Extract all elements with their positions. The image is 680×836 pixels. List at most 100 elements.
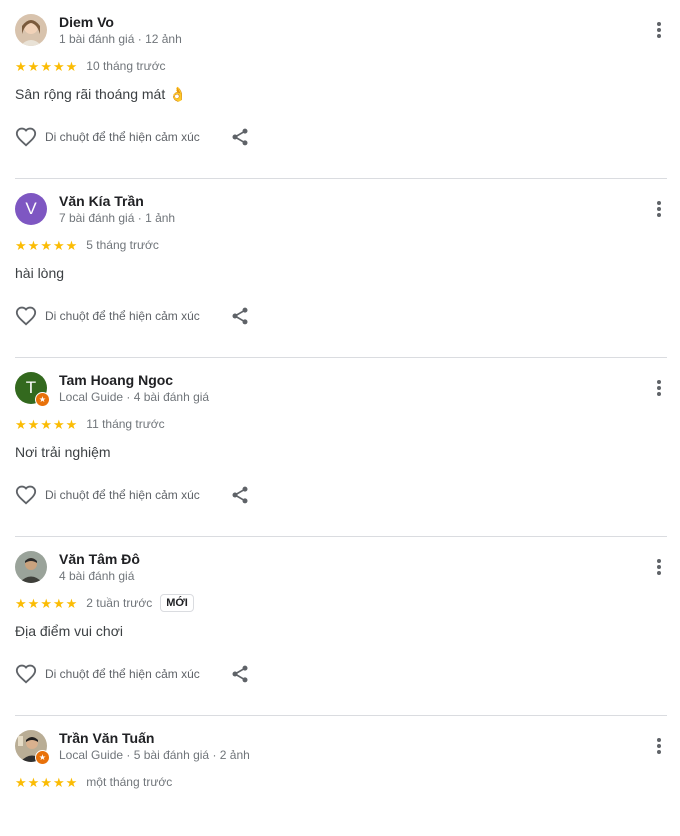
heart-outline-icon[interactable] [15, 484, 37, 506]
star-rating: ★ ★ ★ ★ ★ [15, 776, 78, 789]
reviewer-name[interactable]: Văn Tâm Đô [59, 551, 140, 567]
avatar[interactable]: V [15, 193, 47, 225]
star-icon: ★ [15, 58, 27, 74]
star-icon: ★ [40, 595, 52, 611]
more-vert-icon [657, 22, 661, 26]
reaction-hint: Di chuột để thể hiện cảm xúc [45, 309, 200, 323]
reviewer-meta: Local Guide · 5 bài đánh giá · 2 ảnh [59, 748, 250, 762]
more-options-button[interactable] [657, 380, 661, 398]
review-header: ★ Trần Văn Tuấn Local Guide · 5 bài đánh… [15, 730, 667, 765]
review-text: Địa điểm vui chơi [15, 623, 123, 639]
star-icon: ★ [40, 774, 52, 790]
star-icon: ★ [27, 774, 40, 790]
review-actions: Di chuột để thể hiện cảm xúc [15, 304, 250, 328]
reaction-hint: Di chuột để thể hiện cảm xúc [45, 488, 200, 502]
review-time: 2 tuần trước [86, 596, 153, 610]
rating-row: ★ ★ ★ ★ ★ 11 tháng trước [15, 414, 165, 434]
review-time: 11 tháng trước [86, 417, 165, 431]
reaction-hint: Di chuột để thể hiện cảm xúc [45, 130, 200, 144]
review-card: T ★ Tam Hoang Ngoc Local Guide · 4 bài đ… [15, 358, 667, 537]
more-vert-icon [657, 380, 661, 384]
review-text: hài lòng [15, 265, 65, 281]
star-icon: ★ [15, 237, 27, 253]
share-icon[interactable] [230, 127, 250, 147]
review-card: Văn Tâm Đô 4 bài đánh giá ★ ★ ★ ★ ★ 2 tuần t… [15, 537, 667, 716]
avatar-letter: V [25, 199, 37, 218]
star-icon: ★ [65, 774, 78, 790]
more-vert-icon [657, 559, 661, 563]
more-options-button[interactable] [657, 22, 661, 40]
star-icon: ★ [52, 237, 65, 253]
review-actions: Di chuột để thể hiện cảm xúc [15, 662, 250, 686]
star-icon: ★ [40, 237, 52, 253]
star-icon: ★ [52, 595, 65, 611]
avatar-photo [15, 551, 47, 583]
star-icon: ★ [15, 416, 27, 432]
star-icon: ★ [27, 237, 40, 253]
review-card: V Văn Kía Trần 7 bài đánh giá · 1 ảnh ★ ★… [15, 179, 667, 358]
avatar-photo [15, 14, 47, 46]
avatar[interactable] [15, 551, 47, 583]
star-icon: ★ [52, 58, 65, 74]
share-icon[interactable] [230, 485, 250, 505]
star-icon: ★ [52, 774, 65, 790]
review-time: 5 tháng trước [86, 238, 159, 252]
star-icon: ★ [27, 416, 40, 432]
more-options-button[interactable] [657, 559, 661, 577]
more-vert-icon [657, 738, 661, 742]
reviewer-name[interactable]: Tam Hoang Ngoc [59, 372, 173, 388]
review-text: Nơi trải nghiệm [15, 444, 111, 460]
new-badge: MỚI [160, 594, 194, 612]
rating-row: ★ ★ ★ ★ ★ 5 tháng trước [15, 235, 159, 255]
reviewer-meta: 4 bài đánh giá [59, 569, 135, 583]
more-vert-icon [657, 201, 661, 205]
reviewer-name[interactable]: Trần Văn Tuấn [59, 730, 154, 746]
more-options-button[interactable] [657, 201, 661, 219]
share-icon[interactable] [230, 664, 250, 684]
star-icon: ★ [52, 416, 65, 432]
share-icon[interactable] [230, 306, 250, 326]
rating-row: ★ ★ ★ ★ ★ 2 tuần trước MỚI [15, 593, 194, 613]
star-rating: ★ ★ ★ ★ ★ [15, 418, 78, 431]
review-header: V Văn Kía Trần 7 bài đánh giá · 1 ảnh [15, 193, 667, 227]
star-rating: ★ ★ ★ ★ ★ [15, 597, 78, 610]
heart-outline-icon[interactable] [15, 305, 37, 327]
review-header: Diem Vo 1 bài đánh giá · 12 ảnh [15, 14, 667, 48]
reviews-list: Diem Vo 1 bài đánh giá · 12 ảnh ★ ★ ★ ★ ★ 10… [0, 0, 680, 836]
review-header: Văn Tâm Đô 4 bài đánh giá [15, 551, 667, 585]
star-icon: ★ [27, 595, 40, 611]
review-actions: Di chuột để thể hiện cảm xúc [15, 483, 250, 507]
more-options-button[interactable] [657, 738, 661, 756]
review-header: T ★ Tam Hoang Ngoc Local Guide · 4 bài đ… [15, 372, 667, 407]
reviewer-name[interactable]: Diem Vo [59, 14, 114, 30]
star-rating: ★ ★ ★ ★ ★ [15, 239, 78, 252]
reaction-hint: Di chuột để thể hiện cảm xúc [45, 667, 200, 681]
star-icon: ★ [65, 237, 78, 253]
star-icon: ★ [65, 416, 78, 432]
heart-outline-icon[interactable] [15, 663, 37, 685]
review-time: 10 tháng trước [86, 59, 166, 73]
star-icon: ★ [27, 58, 40, 74]
rating-row: ★ ★ ★ ★ ★ một tháng trước [15, 772, 172, 792]
local-guide-badge-icon: ★ [35, 750, 50, 765]
reviewer-meta: 7 bài đánh giá · 1 ảnh [59, 211, 176, 225]
review-text: Sân rộng rãi thoáng mát 👌 [15, 86, 187, 102]
reviewer-meta: 1 bài đánh giá · 12 ảnh [59, 32, 182, 46]
review-card: Diem Vo 1 bài đánh giá · 12 ảnh ★ ★ ★ ★ ★ 10… [15, 0, 667, 179]
avatar[interactable] [15, 14, 47, 46]
star-icon: ★ [65, 595, 78, 611]
review-card: ★ Trần Văn Tuấn Local Guide · 5 bài đánh… [15, 716, 667, 836]
star-icon: ★ [15, 595, 27, 611]
reviewer-name[interactable]: Văn Kía Trần [59, 193, 144, 209]
review-time: một tháng trước [86, 775, 173, 789]
rating-row: ★ ★ ★ ★ ★ 10 tháng trước [15, 56, 166, 76]
star-icon: ★ [65, 58, 78, 74]
star-icon: ★ [40, 416, 52, 432]
local-guide-badge-icon: ★ [35, 392, 50, 407]
heart-outline-icon[interactable] [15, 126, 37, 148]
reviewer-meta: Local Guide · 4 bài đánh giá [59, 390, 210, 404]
star-rating: ★ ★ ★ ★ ★ [15, 60, 78, 73]
star-icon: ★ [40, 58, 52, 74]
review-actions: Di chuột để thể hiện cảm xúc [15, 125, 250, 149]
star-icon: ★ [15, 774, 27, 790]
